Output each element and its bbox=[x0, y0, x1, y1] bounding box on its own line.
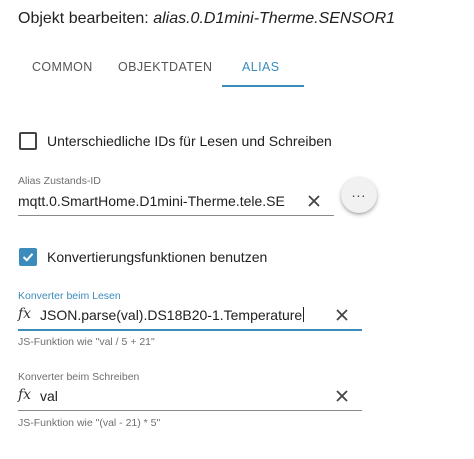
write-converter-helper: JS-Funktion wie "(val - 21) * 5" bbox=[18, 417, 161, 429]
state-id-label: Alias Zustands-ID bbox=[18, 175, 101, 187]
clear-state-id-icon[interactable] bbox=[306, 193, 322, 209]
clear-write-converter-icon[interactable] bbox=[334, 388, 350, 404]
dialog-title-object: alias.0.D1mini-Therme.SENSOR1 bbox=[153, 10, 396, 27]
clear-read-converter-icon[interactable] bbox=[334, 307, 350, 323]
read-converter-input[interactable]: JSON.parse(val).DS18B20-1.Temperature bbox=[40, 307, 305, 323]
read-converter-label: Konverter beim Lesen bbox=[18, 290, 121, 302]
tab-common[interactable]: COMMON bbox=[32, 60, 93, 74]
write-converter-input[interactable]: val bbox=[40, 388, 58, 404]
select-id-button[interactable]: ... bbox=[341, 177, 377, 213]
tab-active-indicator bbox=[222, 85, 304, 87]
different-ids-checkbox-row[interactable]: Unterschiedliche IDs für Lesen und Schre… bbox=[19, 132, 332, 150]
write-converter-field[interactable]: fx val bbox=[18, 384, 362, 411]
tab-objektdaten[interactable]: OBJEKTDATEN bbox=[118, 60, 212, 74]
check-icon bbox=[22, 253, 34, 262]
tab-alias[interactable]: ALIAS bbox=[242, 60, 279, 74]
dialog-title: Objekt bearbeiten: alias.0.D1mini-Therme… bbox=[18, 10, 395, 28]
fx-icon: fx bbox=[18, 306, 32, 322]
conversion-label: Konvertierungsfunktionen benutzen bbox=[47, 249, 268, 265]
read-converter-field[interactable]: fx JSON.parse(val).DS18B20-1.Temperature bbox=[18, 303, 362, 331]
fx-icon: fx bbox=[18, 387, 32, 403]
read-converter-helper: JS-Funktion wie "val / 5 + 21" bbox=[18, 336, 155, 348]
state-id-field[interactable]: mqtt.0.SmartHome.D1mini-Therme.tele.SE bbox=[18, 189, 334, 216]
state-id-input[interactable]: mqtt.0.SmartHome.D1mini-Therme.tele.SE bbox=[18, 193, 285, 209]
text-caret bbox=[303, 307, 305, 322]
conversion-checkbox[interactable] bbox=[19, 248, 37, 266]
tab-bar: COMMON OBJEKTDATEN ALIAS bbox=[0, 52, 474, 88]
dialog-title-prefix: Objekt bearbeiten: bbox=[18, 10, 154, 27]
conversion-checkbox-row[interactable]: Konvertierungsfunktionen benutzen bbox=[19, 248, 267, 266]
read-converter-value: JSON.parse(val).DS18B20-1.Temperature bbox=[40, 307, 303, 323]
different-ids-label: Unterschiedliche IDs für Lesen und Schre… bbox=[47, 133, 332, 149]
write-converter-label: Konverter beim Schreiben bbox=[18, 371, 140, 383]
different-ids-checkbox[interactable] bbox=[19, 132, 37, 150]
